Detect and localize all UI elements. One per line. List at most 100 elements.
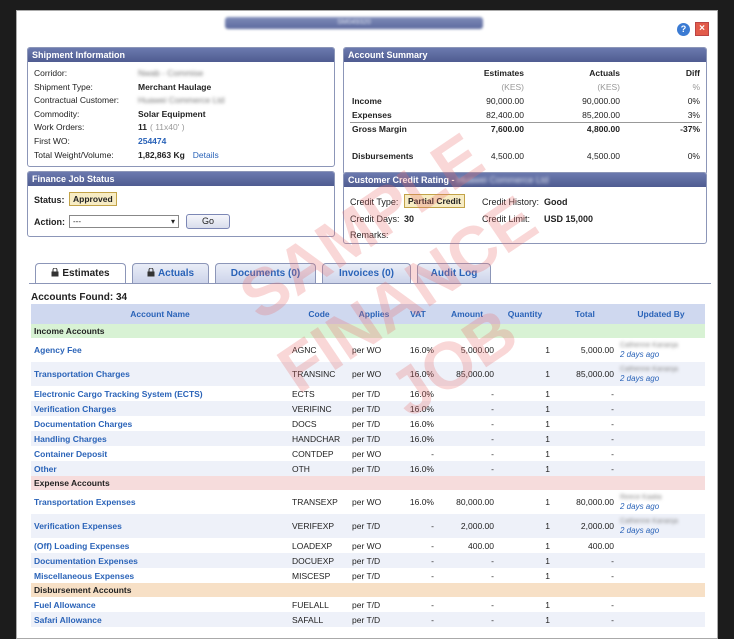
updated-by [617,416,705,431]
tab-documents[interactable]: Documents (0) [215,263,316,283]
account-name-link[interactable]: Documentation Expenses [31,553,289,568]
credit-type-label: Credit Type: [350,197,399,207]
col-amount[interactable]: Amount [437,304,497,324]
applies-value: per WO [352,497,382,507]
summary-diff: 0% [687,151,700,161]
help-icon[interactable]: ? [677,23,690,36]
table-row[interactable]: Verification Charges VERIFINC per T/D 16.0%… [31,401,705,416]
account-code: LOADEXP [292,540,333,551]
summary-est: 82,400.00 [486,109,524,120]
applies-value: per T/D [349,553,399,568]
col-account-name[interactable]: Account Name [31,304,289,324]
shipment-value[interactable]: 254474 [138,136,166,146]
applies-value: per T/D [352,388,381,399]
updated-ago: 2 days ago [620,349,660,359]
summary-table: Estimates Actuals Diff (KES) (KES) % Inc… [350,66,702,163]
table-row[interactable]: Documentation Charges DOCS per T/D 16.0% - 1 - [31,416,705,431]
account-name-link[interactable]: Agency Fee [31,338,289,362]
account-name-link[interactable]: Fuel Allowance [31,597,289,612]
col-quantity[interactable]: Quantity [497,304,553,324]
updated-by: Reece Kaalia 2 days ago [617,490,705,514]
amount-value: - [491,599,494,610]
total-value: 400.00 [588,540,614,551]
shipment-row: Corridor: Nwab - Commise [34,68,330,80]
quantity-value: 1 [497,612,553,627]
updated-by [617,461,705,476]
account-name-link[interactable]: Container Deposit [31,446,289,461]
shipment-label: Commodity: [34,108,80,119]
account-code: VERIFEXP [289,514,349,538]
panel-title: Customer Credit Rating - Huawei Commerce… [344,173,706,187]
shipment-label: Contractual Customer: [34,95,120,106]
tab-actuals[interactable]: Actuals [132,263,209,283]
shipment-label: First WO: [34,136,70,146]
account-name-link[interactable]: Transportation Expenses [31,490,289,514]
close-icon[interactable]: × [695,22,709,36]
go-button[interactable]: Go [186,214,230,229]
table-row[interactable]: Miscellaneous Expenses MISCESP per T/D - - 1 - [31,568,705,583]
table-row[interactable]: Safari Allowance SAFALL per T/D - -1- [31,612,705,627]
quantity-value: 1 [545,570,550,581]
updated-by [617,597,705,612]
account-name-link[interactable]: Safari Allowance [31,612,289,627]
account-name-link[interactable]: Electronic Cargo Tracking System (ECTS) [31,386,289,401]
credit-limit-label: Credit Limit: [482,214,531,224]
table-row[interactable]: Documentation Expenses DOCUEXP per T/D - -1- [31,553,705,568]
table-row[interactable]: Other OTH per T/D 16.0% -1- [31,461,705,476]
total-value: 2,000.00 [553,514,617,538]
col-total[interactable]: Total [553,304,617,324]
account-name-link[interactable]: Transportation Charges [31,362,289,386]
section-title: Disbursement Accounts [31,583,705,597]
credit-history-value: Good [544,197,568,207]
table-row[interactable]: Container Deposit CONTDEP per WO - - 1 - [31,446,705,461]
account-code: MISCESP [292,570,331,581]
shipment-value-wrap: Merchant Haulage [138,82,211,92]
tab-invoices[interactable]: Invoices (0) [322,263,411,283]
account-name-link[interactable]: Verification Expenses [31,514,289,538]
table-row[interactable]: Fuel Allowance FUELALL per T/D - - 1 - [31,597,705,612]
vat-value: - [431,540,434,551]
tab-audit-log[interactable]: Audit Log [417,263,491,283]
table-row[interactable]: Verification Expenses VERIFEXP per T/D -2,0… [31,514,705,538]
account-code: CONTDEP [292,448,334,459]
shipment-value: Nwab - Commise [138,68,204,78]
col-updated-by[interactable]: Updated By [617,304,705,324]
table-row[interactable]: Electronic Cargo Tracking System (ECTS) E… [31,386,705,401]
account-name-link[interactable]: Documentation Charges [31,416,289,431]
shipment-value: 11 [138,122,147,133]
table-row[interactable]: (Off) Loading Expenses LOADEXP per WO - 400.… [31,538,705,553]
updated-by: Catherine Kananja 2 days ago [617,338,705,362]
details-link[interactable]: Details [193,150,219,160]
tab-label: Actuals [157,268,195,279]
account-name-link[interactable]: Verification Charges [31,401,289,416]
account-name-link[interactable]: Handling Charges [31,431,289,446]
account-name-link[interactable]: (Off) Loading Expenses [31,538,289,553]
col-applies[interactable]: Applies [349,304,399,324]
updated-by: Catherine Kananja 2 days ago [617,514,705,538]
section-title: Income Accounts [31,324,705,338]
table-row[interactable]: Transportation Charges TRANSINC per WO 16.0… [31,362,705,386]
lock-icon [147,265,155,277]
col-vat[interactable]: VAT [399,304,437,324]
col-code[interactable]: Code [289,304,349,324]
table-row[interactable]: Handling Charges HANDCHAR per T/D 16.0% -1- [31,431,705,446]
account-code: TRANSINC [289,362,349,386]
summary-act: 4,500.00 [586,151,620,161]
vat-value: - [399,612,437,627]
tab-estimates[interactable]: Estimates [35,263,126,284]
table-row[interactable]: Agency Fee AGNC per WO 16.0% 5,000.00 1 5,000.… [31,338,705,362]
table-row[interactable]: Transportation Expenses TRANSEXP per WO 16.… [31,490,705,514]
account-name-link[interactable]: Miscellaneous Expenses [31,568,289,583]
total-value: 5,000.00 [580,345,614,355]
total-value: - [611,388,614,399]
action-select[interactable]: --- ▾ [69,215,179,228]
updated-by-user: Catherine Kananja [620,517,678,525]
credit-title: Customer Credit Rating - [348,175,455,185]
account-name-link[interactable]: Other [31,461,289,476]
updated-ago: 2 days ago [620,373,660,383]
spacer-row [350,136,702,149]
vat-value: 16.0% [409,388,434,399]
panel-title: Finance Job Status [28,172,334,186]
accounts-found: Accounts Found: 34 [31,292,128,303]
updated-by: Catherine Kananja 2 days ago [617,362,705,386]
